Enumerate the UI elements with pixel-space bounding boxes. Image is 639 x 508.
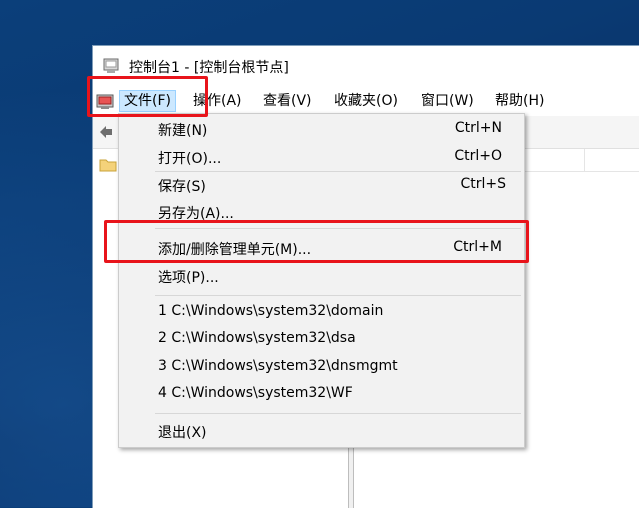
menu-item-shortcut: Ctrl+S	[460, 176, 506, 192]
menu-view[interactable]: 查看(V)	[259, 91, 316, 111]
menu-item-shortcut: Ctrl+N	[454, 120, 502, 136]
column-separator[interactable]	[584, 149, 585, 171]
menu-item-exit[interactable]: 退出(X)	[119, 419, 524, 445]
menu-item-open[interactable]: 打开(O)... Ctrl+O	[119, 145, 524, 171]
menu-item-recent-4[interactable]: 4 C:\Windows\system32\WF	[119, 382, 524, 408]
menu-favorites[interactable]: 收藏夹(O)	[330, 91, 402, 111]
menu-item-label: 新建(N)	[158, 123, 208, 139]
menu-item-recent-2[interactable]: 2 C:\Windows\system32\dsa	[119, 327, 524, 353]
menu-item-label: 2 C:\Windows\system32\dsa	[158, 330, 356, 346]
menu-item-save[interactable]: 保存(S) Ctrl+S	[119, 173, 524, 199]
back-arrow-icon[interactable]	[98, 124, 114, 140]
annotation-highlight-add-remove-snapin	[104, 220, 529, 263]
window-title: 控制台1 - [控制台根节点]	[129, 60, 289, 76]
annotation-highlight-file-menu	[87, 76, 208, 117]
menu-item-label: 3 C:\Windows\system32\dnsmgmt	[158, 358, 398, 374]
menu-help[interactable]: 帮助(H)	[491, 91, 548, 111]
menu-separator	[155, 171, 521, 172]
menu-item-label: 保存(S)	[158, 179, 206, 195]
menu-item-label: 1 C:\Windows\system32\domain	[158, 303, 384, 319]
menu-window[interactable]: 窗口(W)	[417, 91, 478, 111]
menu-item-label: 退出(X)	[158, 425, 207, 441]
menu-item-recent-1[interactable]: 1 C:\Windows\system32\domain	[119, 300, 524, 326]
menu-item-label: 打开(O)...	[158, 151, 222, 167]
folder-icon[interactable]	[99, 157, 117, 173]
menu-item-options[interactable]: 选项(P)...	[119, 264, 524, 290]
menu-item-new[interactable]: 新建(N) Ctrl+N	[119, 117, 524, 143]
menu-item-shortcut: Ctrl+O	[454, 148, 502, 164]
menu-separator	[155, 295, 521, 296]
menu-item-label: 4 C:\Windows\system32\WF	[158, 385, 353, 401]
menu-item-recent-3[interactable]: 3 C:\Windows\system32\dnsmgmt	[119, 355, 524, 381]
menu-item-label: 选项(P)...	[158, 270, 219, 286]
mmc-console-icon	[103, 58, 119, 73]
menu-separator	[155, 413, 521, 414]
file-menu-dropdown: 新建(N) Ctrl+N 打开(O)... Ctrl+O 保存(S) Ctrl+…	[118, 113, 525, 448]
